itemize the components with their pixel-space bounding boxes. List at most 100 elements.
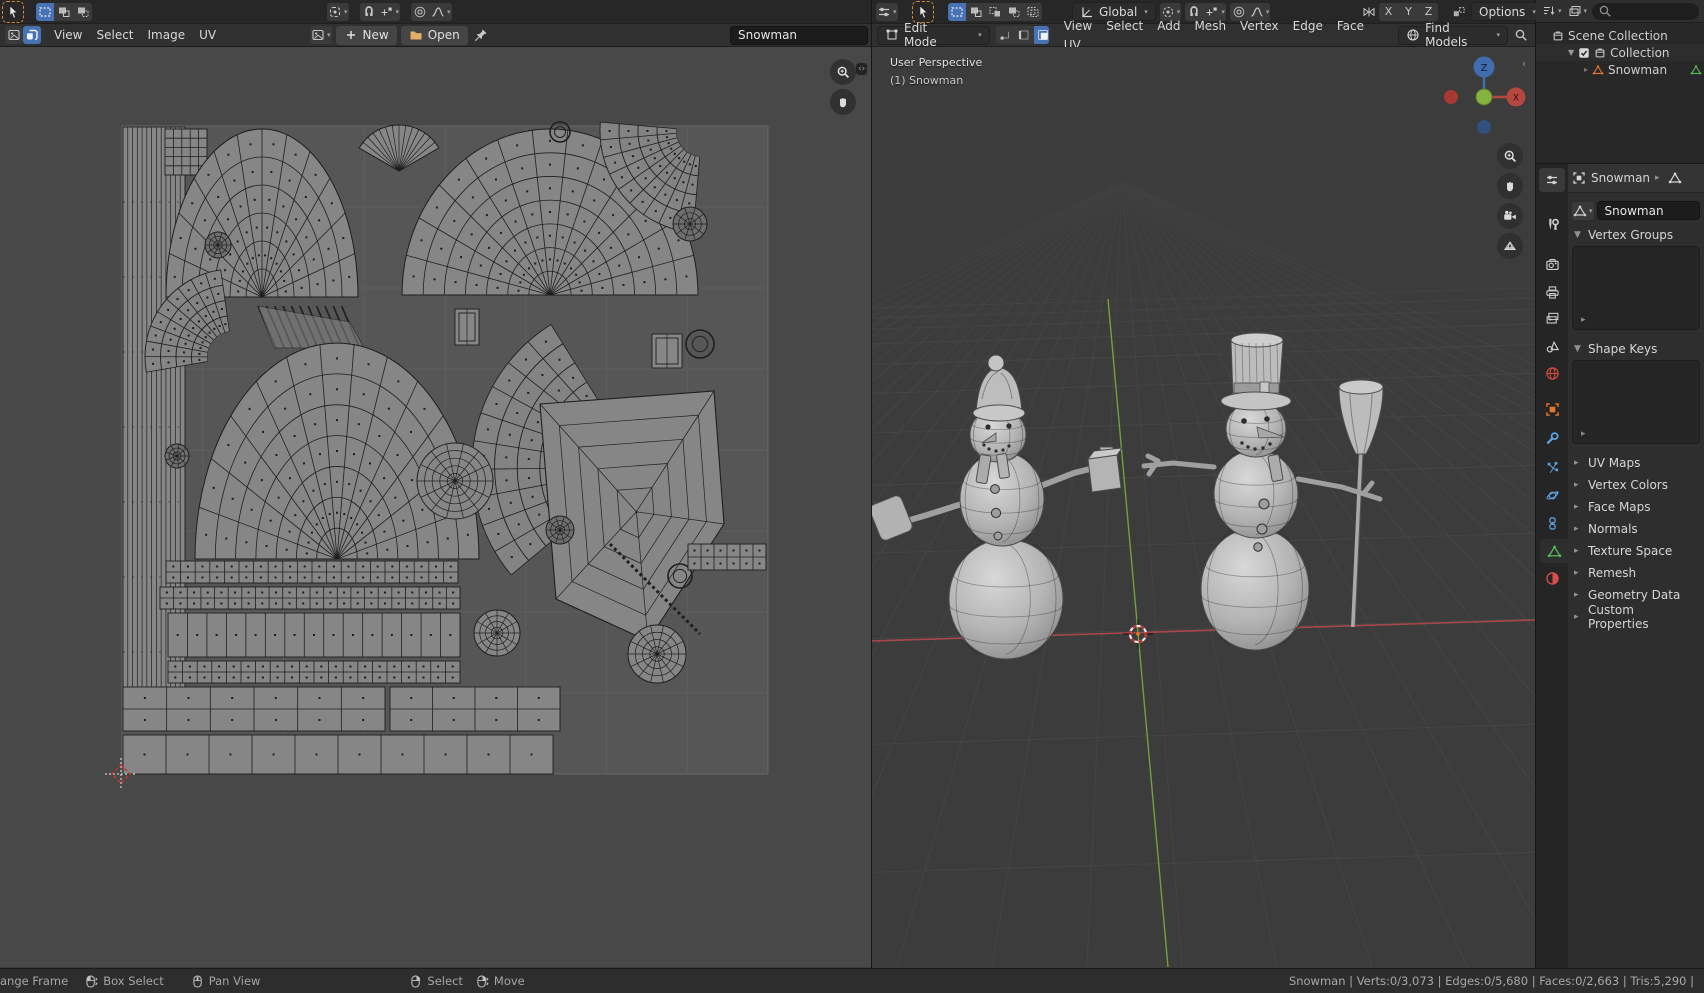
outliner-row-scene-collection[interactable]: Scene Collection: [1536, 27, 1704, 44]
outliner-search-input[interactable]: [1592, 2, 1699, 20]
uv-snap-target-button[interactable]: ▾: [378, 2, 401, 21]
tab-object-data[interactable]: [1540, 539, 1568, 563]
outliner-collapse-arrow[interactable]: ‹: [1522, 59, 1526, 70]
tab-material[interactable]: [1539, 566, 1565, 590]
viewport-menu-add[interactable]: Add: [1150, 16, 1187, 35]
viewport-menu-face[interactable]: Face: [1330, 16, 1371, 35]
browse-image-button[interactable]: ▾: [310, 26, 332, 44]
collection-checkbox[interactable]: [1578, 47, 1590, 59]
uv-proportional-falloff-button[interactable]: ▾: [430, 2, 452, 21]
mirror-axis-y-button[interactable]: Y: [1399, 2, 1418, 21]
uv-menu-select[interactable]: Select: [89, 26, 140, 45]
find-models-search-button[interactable]: [1512, 26, 1530, 44]
tab-scene[interactable]: [1539, 334, 1565, 358]
snap-mirror-button[interactable]: [1450, 3, 1468, 21]
uv-select-box-button[interactable]: [36, 2, 54, 21]
image-editor-type-button[interactable]: [5, 26, 23, 44]
viewport-menu-select[interactable]: Select: [1099, 16, 1150, 35]
gizmo-x-neg-axis[interactable]: [1444, 90, 1458, 104]
uv-menu-image[interactable]: Image: [141, 26, 193, 45]
uv-select-subtract-button[interactable]: [74, 2, 92, 21]
select-add-button[interactable]: [985, 2, 1004, 21]
edge-select-mode-button[interactable]: [1014, 26, 1033, 44]
find-models-dropdown[interactable]: Find Models ▾: [1398, 21, 1509, 49]
section-remesh[interactable]: ▸ Remesh: [1568, 562, 1704, 584]
section-shape-keys[interactable]: ▼ Shape Keys: [1568, 338, 1704, 360]
tab-constraints[interactable]: [1539, 511, 1565, 535]
face-select-mode-button[interactable]: [1033, 26, 1050, 44]
section-normals[interactable]: ▸ Normals: [1568, 518, 1704, 540]
properties-breadcrumb: Snowman ▸: [1568, 164, 1704, 193]
section-label: Face Maps: [1588, 500, 1651, 514]
select-intersect-button[interactable]: [1023, 2, 1042, 21]
open-image-button[interactable]: Open: [400, 25, 468, 45]
viewport-zoom-gizmo[interactable]: [1497, 143, 1523, 169]
tab-tool[interactable]: [1539, 212, 1565, 236]
vertex-groups-list[interactable]: ▸: [1572, 246, 1700, 330]
section-texture-space[interactable]: ▸ Texture Space: [1568, 540, 1704, 562]
browse-mesh-data-button[interactable]: ▾: [1572, 201, 1594, 220]
tab-object[interactable]: [1539, 397, 1565, 421]
outliner-display-mode-button[interactable]: ▾: [1567, 2, 1589, 20]
gizmo-z-neg-axis[interactable]: [1477, 120, 1491, 134]
section-uv-maps[interactable]: ▸ UV Maps: [1568, 452, 1704, 474]
uv-editor-type-button[interactable]: [23, 26, 41, 44]
section-vertex-colors[interactable]: ▸ Vertex Colors: [1568, 474, 1704, 496]
uv-proportional-editing-button[interactable]: [411, 2, 430, 21]
outliner-row-snowman[interactable]: ▸ Snowman: [1536, 61, 1704, 78]
viewport-menu-mesh[interactable]: Mesh: [1187, 16, 1233, 35]
viewport-menu-view[interactable]: View: [1057, 16, 1099, 35]
tab-modifiers[interactable]: [1539, 426, 1565, 450]
tab-output[interactable]: [1539, 280, 1565, 304]
mode-dropdown[interactable]: Edit Mode ▾: [877, 21, 990, 49]
select-new-button[interactable]: [966, 2, 985, 21]
tab-physics[interactable]: [1539, 483, 1565, 507]
image-name-field[interactable]: Snowman: [730, 25, 868, 45]
mesh-name-field[interactable]: Snowman: [1596, 201, 1700, 220]
pin-image-button[interactable]: [472, 26, 490, 44]
section-vertex-groups[interactable]: ▼ Vertex Groups: [1568, 224, 1704, 246]
disclosure-triangle-icon[interactable]: ▼: [1568, 48, 1574, 57]
uv-active-tool-tweak-button[interactable]: [2, 0, 24, 23]
section-custom-properties[interactable]: ▸ Custom Properties: [1568, 603, 1704, 631]
area-resize-handle[interactable]: ‹›: [856, 63, 868, 75]
viewport-perspective-gizmo[interactable]: [1497, 233, 1523, 259]
section-face-maps[interactable]: ▸ Face Maps: [1568, 496, 1704, 518]
uv-canvas-area[interactable]: ‹›: [0, 47, 871, 967]
uv-menu-view[interactable]: View: [47, 26, 89, 45]
uv-menu-uv[interactable]: UV: [192, 26, 223, 45]
gizmo-y-axis[interactable]: [1475, 88, 1493, 106]
uv-pan-gizmo[interactable]: [830, 89, 856, 115]
hand-icon: [836, 95, 850, 109]
expanded-triangle-icon: ▼: [1574, 344, 1581, 354]
shape-keys-list[interactable]: ▸: [1572, 360, 1700, 444]
uv-pivot-point-button[interactable]: ▾: [327, 2, 349, 21]
tab-particles[interactable]: [1539, 455, 1565, 479]
active-tool-settings-button[interactable]: ▾: [876, 2, 898, 21]
new-image-button[interactable]: New: [335, 25, 397, 45]
tab-world[interactable]: [1539, 361, 1565, 385]
viewport-canvas-area[interactable]: User Perspective (1) Snowman ZX ‹: [872, 47, 1535, 967]
viewport-camera-gizmo[interactable]: [1497, 203, 1523, 229]
navigation-axis-gizmo[interactable]: ZX: [1440, 49, 1530, 144]
viewport-menu-vertex[interactable]: Vertex: [1233, 16, 1286, 35]
viewport-pan-gizmo[interactable]: [1497, 173, 1523, 199]
viewport-menu-edge[interactable]: Edge: [1286, 16, 1330, 35]
outliner-row-collection[interactable]: ▼ Collection: [1536, 44, 1704, 61]
tab-render[interactable]: [1539, 252, 1565, 276]
mirror-axis-z-button[interactable]: Z: [1419, 2, 1438, 21]
properties-editor-type-button[interactable]: [1539, 168, 1565, 192]
options-dropdown[interactable]: Options ▾: [1471, 2, 1544, 21]
breadcrumb-object-name[interactable]: Snowman: [1591, 171, 1650, 185]
select-box-button[interactable]: [947, 2, 966, 21]
outliner-filter-button[interactable]: ▾: [1541, 2, 1563, 20]
uv-snap-magnet-button[interactable]: [359, 2, 378, 21]
list-expand-icon[interactable]: ▸: [1581, 429, 1586, 439]
vertex-select-mode-button[interactable]: [995, 26, 1014, 44]
viewport-active-tool-tweak-button[interactable]: [911, 0, 934, 23]
tab-view-layer[interactable]: [1539, 306, 1565, 330]
select-subtract-button[interactable]: [1004, 2, 1023, 21]
uv-select-extend-button[interactable]: [55, 2, 73, 21]
uv-zoom-gizmo[interactable]: [830, 59, 856, 85]
list-expand-icon[interactable]: ▸: [1581, 315, 1586, 325]
